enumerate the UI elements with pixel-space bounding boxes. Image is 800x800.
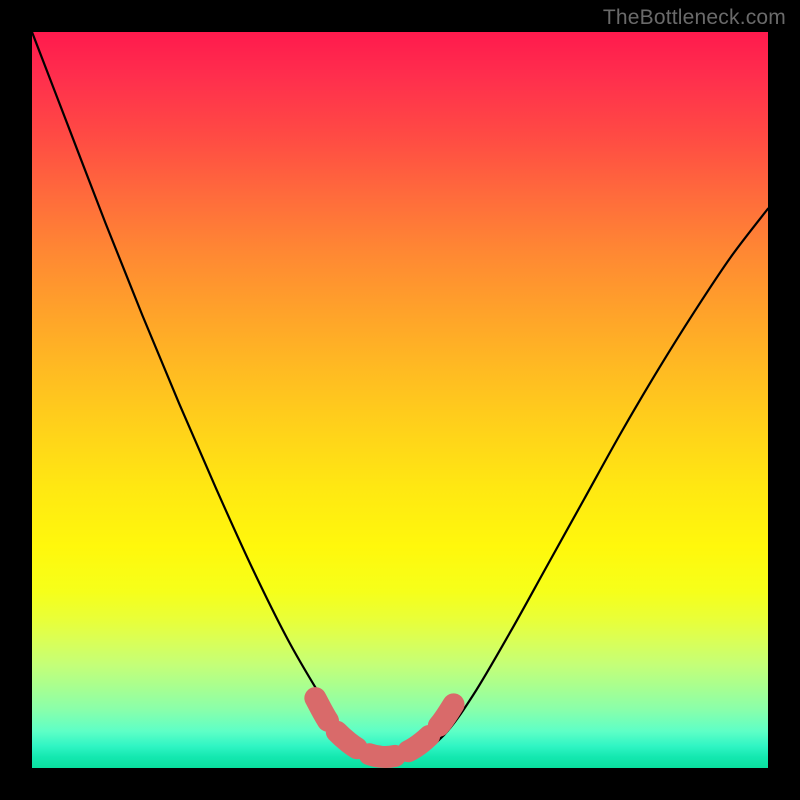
curve-svg	[32, 32, 768, 768]
watermark-text: TheBottleneck.com	[603, 6, 786, 30]
bottleneck-curve	[32, 32, 768, 761]
plot-area	[32, 32, 768, 768]
highlight-segment	[315, 698, 455, 757]
chart-frame: TheBottleneck.com	[0, 0, 800, 800]
